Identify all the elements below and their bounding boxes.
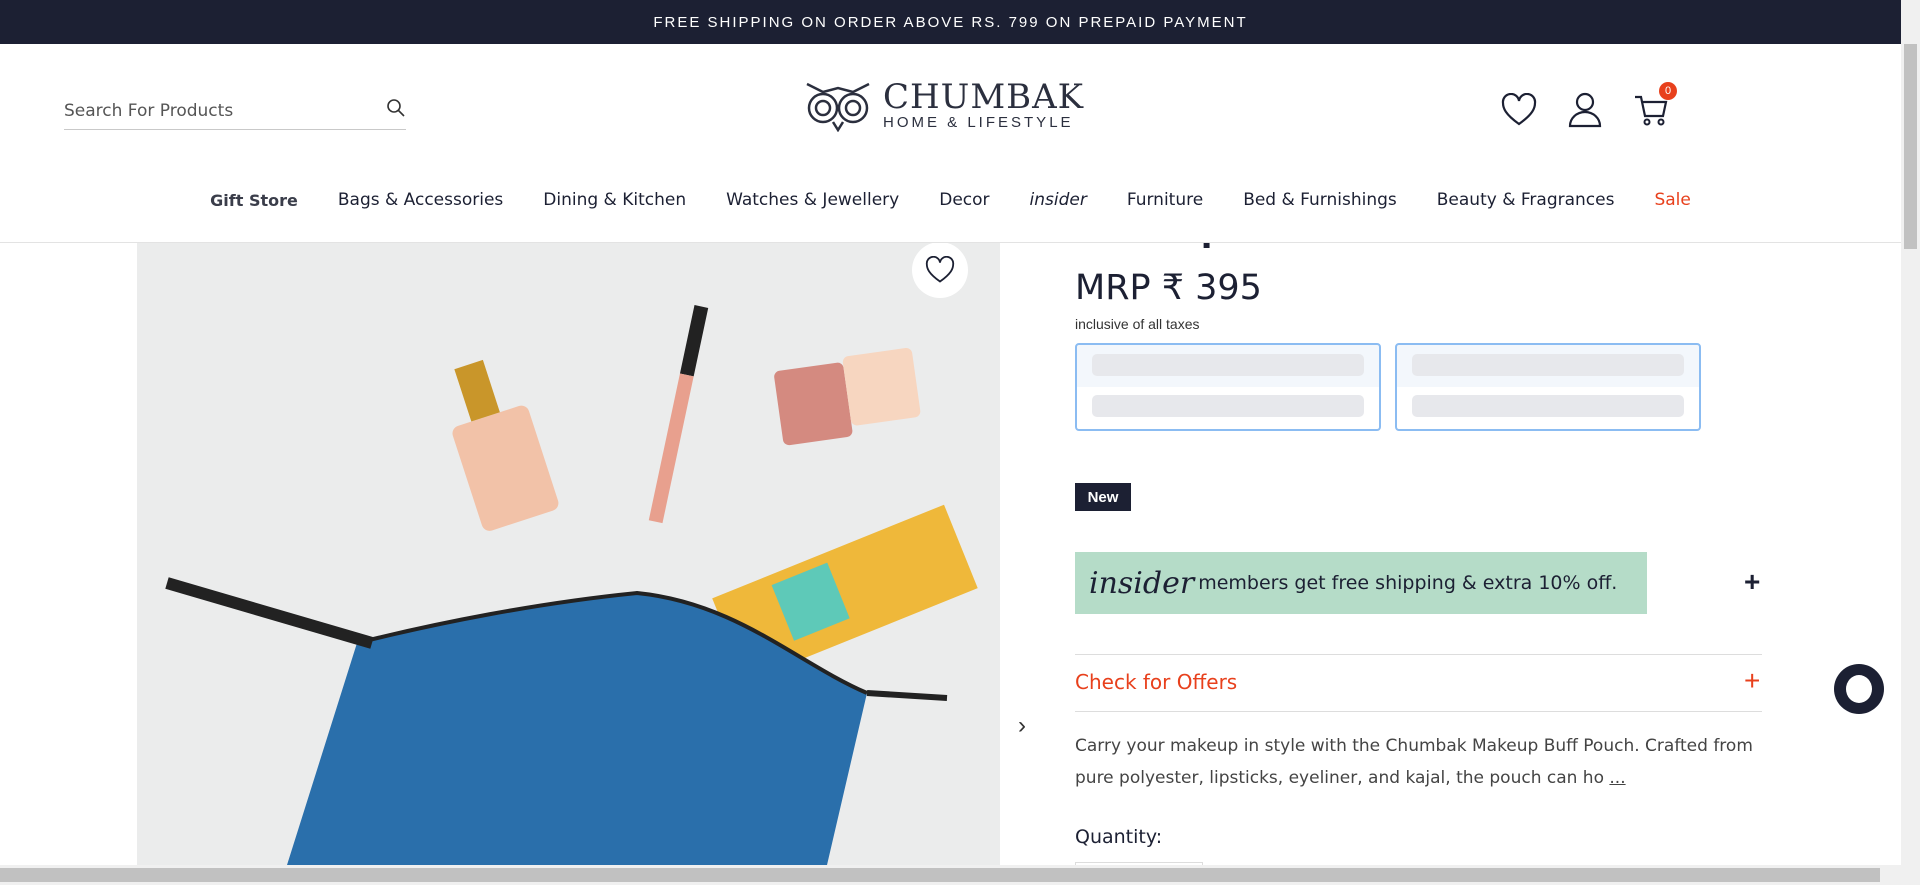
main-nav: Gift Store Bags & Accessories Dining & K…: [0, 190, 1901, 210]
new-badge: New: [1075, 483, 1131, 511]
search-input[interactable]: [64, 100, 386, 121]
product-price: MRP ₹ 395: [1075, 268, 1262, 308]
check-offers-toggle[interactable]: Check for Offers: [1075, 670, 1237, 694]
nav-beauty-fragrances[interactable]: Beauty & Fragrances: [1417, 190, 1635, 210]
description-text: Carry your makeup in style with the Chum…: [1075, 736, 1753, 788]
search-box: [64, 92, 406, 130]
horizontal-scrollbar[interactable]: [0, 865, 1920, 885]
add-to-wishlist-button[interactable]: [912, 242, 968, 298]
product-description: Carry your makeup in style with the Chum…: [1075, 730, 1755, 794]
site-header: CHUMBAKHOME & LIFESTYLE 0 Gift Store Bag…: [0, 44, 1901, 243]
owl-logo-icon: [806, 82, 870, 132]
divider: [1075, 711, 1762, 712]
logo-name: CHUMBAK: [883, 76, 1085, 117]
nav-bed-furnishings[interactable]: Bed & Furnishings: [1223, 190, 1417, 210]
nav-watches-jewellery[interactable]: Watches & Jewellery: [706, 190, 919, 210]
promo-text: FREE SHIPPING ON ORDER ABOVE RS. 799 ON …: [653, 13, 1248, 31]
product-image[interactable]: [137, 243, 1000, 865]
account-button[interactable]: [1565, 90, 1605, 130]
insider-banner[interactable]: insider members get free shipping & extr…: [1075, 552, 1647, 614]
insider-text: members get free shipping & extra 10% of…: [1198, 572, 1618, 594]
nav-dining-kitchen[interactable]: Dining & Kitchen: [523, 190, 706, 210]
divider: [1075, 654, 1762, 655]
cart-button[interactable]: 0: [1631, 82, 1677, 130]
nav-bags-accessories[interactable]: Bags & Accessories: [318, 190, 523, 210]
expand-insider-plus-icon[interactable]: +: [1744, 566, 1760, 598]
user-icon: [1568, 92, 1602, 128]
chumbak-logo[interactable]: CHUMBAK HOME & LIFESTYLE: [803, 78, 1084, 132]
nav-insider[interactable]: insider: [1010, 190, 1107, 210]
quantity-label: Quantity:: [1075, 826, 1163, 848]
nav-furniture[interactable]: Furniture: [1107, 190, 1223, 210]
chat-bubble-icon: [1846, 675, 1872, 703]
next-image-chevron-icon[interactable]: ›: [1018, 712, 1026, 740]
search-icon[interactable]: [386, 98, 406, 123]
nav-sale[interactable]: Sale: [1634, 190, 1710, 210]
heart-icon: [1501, 93, 1537, 126]
tax-note: inclusive of all taxes: [1075, 316, 1200, 332]
chat-widget-button[interactable]: [1834, 664, 1884, 714]
vertical-scrollbar[interactable]: [1901, 0, 1920, 865]
heart-icon: [925, 256, 955, 283]
insider-logo: insider: [1089, 565, 1195, 601]
expand-offers-plus-icon[interactable]: +: [1744, 665, 1760, 697]
loading-skeleton-card: [1075, 343, 1381, 431]
loading-skeleton-card: [1395, 343, 1701, 431]
wishlist-button[interactable]: [1499, 90, 1539, 130]
cart-count-badge: 0: [1659, 82, 1677, 100]
logo-tagline: HOME & LIFESTYLE: [883, 113, 1074, 131]
read-more-link[interactable]: ...: [1609, 768, 1625, 788]
nav-gift-store[interactable]: Gift Store: [190, 191, 318, 210]
promo-banner: FREE SHIPPING ON ORDER ABOVE RS. 799 ON …: [0, 0, 1901, 44]
nav-decor[interactable]: Decor: [919, 190, 1009, 210]
